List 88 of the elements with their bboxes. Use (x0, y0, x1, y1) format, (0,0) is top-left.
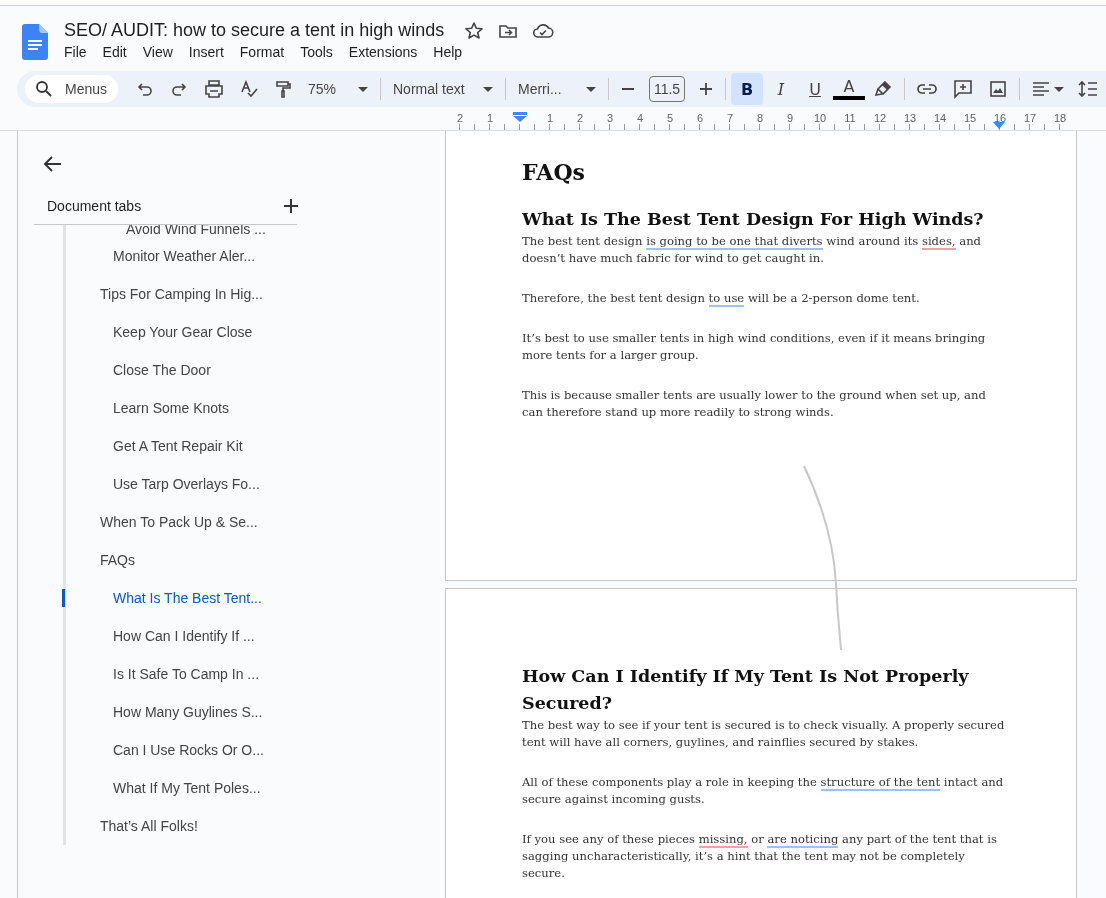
menu-item[interactable]: View (134, 42, 181, 62)
ruler-number: 11 (843, 112, 857, 124)
zoom-dropdown[interactable]: 75% (300, 81, 376, 97)
ruler-number: 18 (1052, 112, 1068, 124)
ruler-number: 13 (902, 112, 918, 124)
outline-item[interactable]: How Can I Identify If ... (113, 628, 255, 644)
ruler-number: 3 (605, 112, 615, 124)
menu-item[interactable]: File (56, 42, 95, 62)
right-indent-marker-icon[interactable] (993, 122, 1005, 129)
outline-item[interactable]: How Many Guylines S... (113, 704, 263, 720)
outline-item[interactable]: Can I Use Rocks Or O... (113, 742, 264, 758)
ruler-number: 4 (635, 112, 645, 124)
italic-button[interactable]: I (765, 73, 797, 105)
font-size-field[interactable]: 11.5 (649, 76, 685, 102)
font-dropdown[interactable]: Merri... (510, 81, 604, 97)
ruler-number: 6 (695, 112, 705, 124)
paragraph: Therefore, the best tent design to use will be a 2-person dome tent. (522, 290, 921, 307)
link-icon[interactable] (917, 83, 937, 95)
sidebar-title: Document tabs (47, 198, 142, 214)
line-spacing-icon[interactable] (1078, 80, 1098, 98)
paragraph: The best tent design is going to be one that diverts wind around its sides, and doesn’t have much fabric for wind to get caught in. (522, 233, 983, 267)
spellcheck-icon[interactable] (240, 80, 258, 98)
left-indent-marker-icon[interactable] (513, 112, 527, 122)
bold-button[interactable]: B (731, 73, 763, 105)
paragraph: If you see any of these pieces missing, or are noticing any part of the tent that is sagging uncharacteristically, it’s a hint that the tent may not be completely secure. (522, 831, 998, 882)
search-icon (35, 80, 53, 98)
plus-icon[interactable] (699, 82, 713, 96)
menus-search-button[interactable]: Menus (25, 75, 118, 103)
outline-item[interactable]: FAQs (100, 552, 135, 568)
ruler-number: 1 (545, 112, 555, 124)
ruler-number: 16 (992, 112, 1008, 124)
outline-item[interactable]: Keep Your Gear Close (113, 324, 253, 340)
outline-item[interactable]: What Is The Best Tent... (113, 590, 262, 606)
outline-item[interactable]: That’s All Folks! (100, 818, 198, 834)
underline-button[interactable]: U (799, 73, 831, 105)
outline-item[interactable]: Learn Some Knots (113, 400, 229, 416)
paragraph-style-dropdown[interactable]: Normal text (385, 81, 501, 97)
ruler-number: 12 (872, 112, 888, 124)
outline-item[interactable]: Use Tarp Overlays Fo... (113, 476, 260, 492)
back-arrow-icon[interactable] (43, 154, 63, 174)
subheading: How Can I Identify If My Tent Is Not Properly Secured? (522, 665, 970, 715)
add-tab-icon[interactable] (284, 199, 298, 213)
docs-logo-icon[interactable] (22, 24, 48, 60)
paragraph: All of these components play a role in keeping the structure of the tent intact and secure against incoming gusts. (522, 774, 1005, 808)
menu-item[interactable]: Insert (180, 42, 232, 62)
heading: FAQs (522, 159, 586, 185)
caret-icon (358, 86, 368, 92)
align-left-icon[interactable] (1032, 81, 1050, 97)
paragraph: It’s best to use smaller tents in high wind conditions, even if it means bringing more tents for a larger group. (522, 330, 987, 364)
ruler-number: 7 (725, 112, 735, 124)
ruler-number: 2 (575, 112, 585, 124)
paint-roller-icon[interactable] (274, 80, 292, 98)
paragraph: The best way to see if your tent is secured is to check visually. A properly secured tent will have all corners, guylines, and rainflies secured by stakes. (522, 717, 1006, 751)
ruler-number: 17 (1022, 112, 1038, 124)
ruler-number: 15 (962, 112, 978, 124)
highlighter-icon[interactable] (874, 80, 892, 98)
star-icon[interactable] (464, 20, 485, 41)
text-color-button[interactable]: A (833, 78, 865, 100)
outline-item[interactable]: Is It Safe To Camp In ... (113, 666, 260, 682)
document-title[interactable]: SEO/ AUDIT: how to secure a tent in high winds (64, 20, 445, 41)
print-icon[interactable] (204, 80, 224, 98)
outline-item[interactable]: What If My Tent Poles... (113, 780, 261, 796)
subheading: What Is The Best Tent Design For High Winds? (522, 208, 985, 231)
outline-item[interactable]: Monitor Weather Aler... (113, 248, 256, 264)
ruler-number: 10 (812, 112, 828, 124)
redo-icon[interactable] (170, 80, 188, 98)
menu-item[interactable]: Tools (292, 42, 341, 62)
ruler-number: 2 (455, 112, 465, 124)
outline-item[interactable]: Get A Tent Repair Kit (113, 438, 243, 454)
ruler-number: 5 (665, 112, 675, 124)
caret-icon (483, 86, 493, 92)
outline-item[interactable]: Tips For Camping In Hig... (100, 286, 263, 302)
menu-item[interactable]: Extensions (340, 42, 426, 62)
ruler-number: 8 (755, 112, 765, 124)
undo-icon[interactable] (136, 80, 154, 98)
paragraph: This is because smaller tents are usually lower to the ground when set up, and can therefore stand up more readily to strong winds. (522, 387, 987, 421)
caret-icon (586, 86, 596, 92)
ruler-number: 14 (932, 112, 948, 124)
menu-item[interactable]: Format (231, 42, 293, 62)
menu-item[interactable]: Help (425, 42, 471, 62)
outline-item[interactable]: When To Pack Up & Se... (100, 514, 258, 530)
caret-icon[interactable] (1054, 86, 1064, 92)
add-comment-icon[interactable] (953, 79, 973, 99)
image-icon[interactable] (989, 80, 1007, 98)
ruler-number: 1 (485, 112, 495, 124)
menu-item[interactable]: Edit (94, 42, 135, 62)
ruler-number: 9 (785, 112, 795, 124)
outline-item[interactable]: Close The Door (113, 362, 211, 378)
